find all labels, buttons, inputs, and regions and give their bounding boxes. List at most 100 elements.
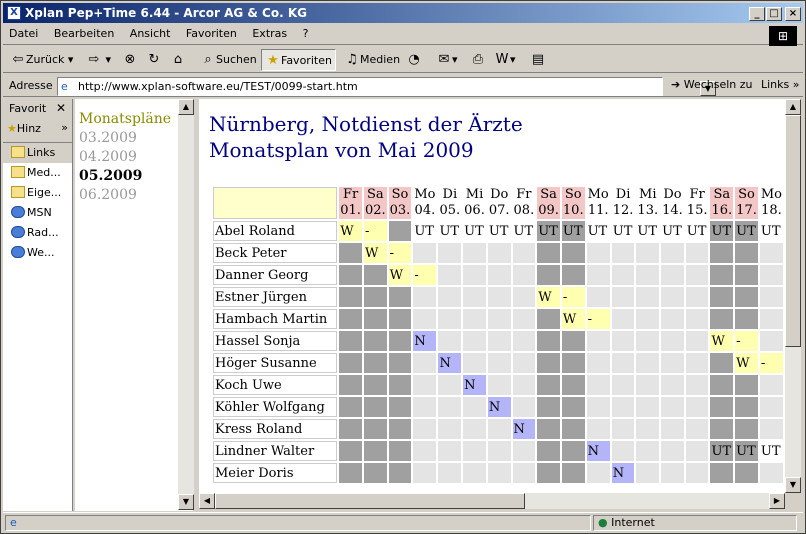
duty-cell[interactable] bbox=[438, 265, 462, 285]
mail-button[interactable]: ✉ ▾ bbox=[433, 49, 461, 71]
duty-cell[interactable]: UT bbox=[561, 221, 585, 241]
duty-cell[interactable] bbox=[710, 309, 734, 329]
menu-ansicht[interactable]: Ansicht bbox=[124, 25, 177, 42]
duty-cell[interactable] bbox=[661, 287, 684, 307]
duty-cell[interactable] bbox=[413, 397, 437, 417]
duty-cell[interactable] bbox=[487, 353, 511, 373]
duty-cell[interactable] bbox=[759, 375, 783, 395]
favorite-item-own[interactable]: Eige... bbox=[3, 183, 72, 203]
duty-cell[interactable] bbox=[339, 243, 362, 263]
menu-help[interactable]: ? bbox=[297, 25, 315, 42]
favorite-item-links[interactable]: Links bbox=[3, 143, 72, 163]
duty-cell[interactable] bbox=[759, 309, 783, 329]
duty-cell[interactable] bbox=[463, 441, 486, 461]
duty-cell[interactable] bbox=[388, 375, 412, 395]
duty-cell[interactable] bbox=[388, 309, 412, 329]
duty-cell[interactable] bbox=[735, 265, 758, 285]
duty-cell[interactable] bbox=[611, 243, 635, 263]
duty-cell[interactable] bbox=[561, 243, 585, 263]
duty-cell[interactable] bbox=[710, 375, 734, 395]
duty-cell[interactable] bbox=[561, 441, 585, 461]
scroll-right-icon[interactable]: ▶ bbox=[769, 493, 785, 509]
duty-cell[interactable] bbox=[759, 397, 783, 417]
duty-cell[interactable] bbox=[561, 397, 585, 417]
duty-cell[interactable] bbox=[636, 243, 660, 263]
duty-cell[interactable] bbox=[339, 397, 362, 417]
duty-cell[interactable] bbox=[463, 243, 486, 263]
duty-cell[interactable] bbox=[413, 309, 437, 329]
duty-cell[interactable] bbox=[685, 419, 709, 439]
duty-cell[interactable] bbox=[636, 419, 660, 439]
duty-cell[interactable] bbox=[561, 353, 585, 373]
duty-cell[interactable] bbox=[537, 265, 560, 285]
duty-cell[interactable] bbox=[759, 243, 783, 263]
duty-cell[interactable] bbox=[363, 397, 387, 417]
duty-cell[interactable]: W bbox=[710, 331, 734, 351]
duty-cell[interactable] bbox=[438, 441, 462, 461]
duty-cell[interactable] bbox=[388, 441, 412, 461]
duty-cell[interactable] bbox=[339, 353, 362, 373]
duty-cell[interactable] bbox=[661, 419, 684, 439]
maximize-button[interactable]: □ bbox=[766, 7, 782, 21]
duty-cell[interactable] bbox=[586, 375, 610, 395]
duty-cell[interactable]: UT bbox=[413, 221, 437, 241]
duty-cell[interactable] bbox=[487, 243, 511, 263]
duty-cell[interactable]: - bbox=[363, 221, 387, 241]
duty-cell[interactable]: W bbox=[363, 243, 387, 263]
duty-cell[interactable]: UT bbox=[636, 221, 660, 241]
duty-cell[interactable] bbox=[759, 265, 783, 285]
duty-cell[interactable] bbox=[363, 463, 387, 483]
duty-cell[interactable] bbox=[512, 441, 536, 461]
duty-cell[interactable]: UT bbox=[586, 221, 610, 241]
duty-cell[interactable] bbox=[363, 353, 387, 373]
month-link-03-2009[interactable]: 03.2009 bbox=[79, 130, 137, 146]
duty-cell[interactable] bbox=[561, 265, 585, 285]
duty-cell[interactable] bbox=[636, 309, 660, 329]
duty-cell[interactable] bbox=[413, 375, 437, 395]
duty-cell[interactable] bbox=[388, 397, 412, 417]
duty-cell[interactable] bbox=[561, 463, 585, 483]
duty-cell[interactable] bbox=[438, 463, 462, 483]
duty-cell[interactable]: W bbox=[561, 309, 585, 329]
duty-cell[interactable] bbox=[636, 441, 660, 461]
duty-cell[interactable] bbox=[438, 397, 462, 417]
duty-cell[interactable] bbox=[487, 287, 511, 307]
duty-cell[interactable] bbox=[487, 309, 511, 329]
duty-cell[interactable] bbox=[339, 441, 362, 461]
duty-cell[interactable] bbox=[487, 331, 511, 351]
duty-cell[interactable] bbox=[586, 331, 610, 351]
duty-cell[interactable] bbox=[438, 309, 462, 329]
forward-button[interactable]: ⇨ ▾ bbox=[83, 49, 114, 71]
duty-cell[interactable]: UT bbox=[710, 221, 734, 241]
duty-cell[interactable]: W bbox=[735, 353, 758, 373]
scroll-thumb[interactable] bbox=[215, 493, 525, 509]
duty-cell[interactable] bbox=[685, 375, 709, 395]
duty-cell[interactable] bbox=[463, 397, 486, 417]
back-button[interactable]: ⇦ Zurück ▾ bbox=[7, 49, 76, 71]
duty-cell[interactable] bbox=[636, 353, 660, 373]
duty-cell[interactable] bbox=[759, 463, 783, 483]
duty-cell[interactable] bbox=[512, 287, 536, 307]
duty-cell[interactable] bbox=[537, 331, 560, 351]
duty-cell[interactable] bbox=[339, 309, 362, 329]
duty-cell[interactable] bbox=[710, 397, 734, 417]
duty-cell[interactable] bbox=[413, 287, 437, 307]
duty-cell[interactable] bbox=[388, 287, 412, 307]
duty-cell[interactable] bbox=[759, 419, 783, 439]
duty-cell[interactable]: UT bbox=[537, 221, 560, 241]
duty-cell[interactable] bbox=[636, 265, 660, 285]
duty-cell[interactable] bbox=[636, 331, 660, 351]
menu-bearbeiten[interactable]: Bearbeiten bbox=[48, 25, 120, 42]
duty-cell[interactable] bbox=[363, 375, 387, 395]
scroll-up-icon[interactable]: ▲ bbox=[785, 99, 801, 115]
duty-cell[interactable] bbox=[487, 463, 511, 483]
favorites-button[interactable]: ★ Favoriten bbox=[261, 49, 336, 71]
duty-cell[interactable] bbox=[339, 265, 362, 285]
favorite-item-web[interactable]: We... bbox=[3, 243, 72, 263]
duty-cell[interactable] bbox=[537, 375, 560, 395]
favorite-item-media[interactable]: Med... bbox=[3, 163, 72, 183]
duty-cell[interactable] bbox=[710, 287, 734, 307]
duty-cell[interactable]: N bbox=[487, 397, 511, 417]
duty-cell[interactable]: N bbox=[413, 331, 437, 351]
duty-cell[interactable] bbox=[413, 419, 437, 439]
